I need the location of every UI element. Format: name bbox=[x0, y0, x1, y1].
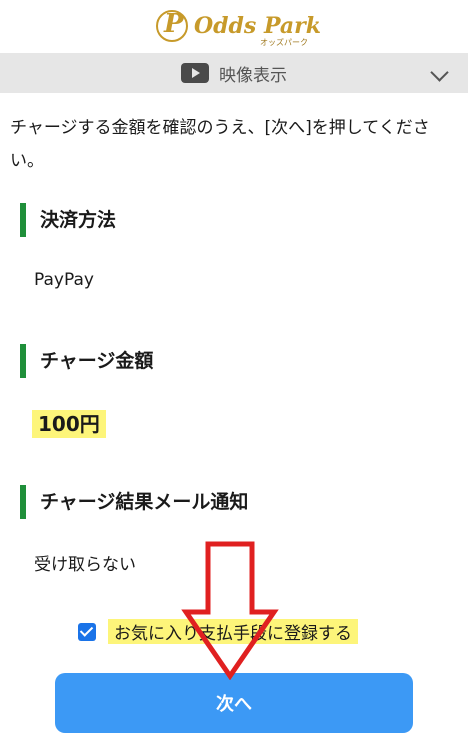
payment-method-value: PayPay bbox=[34, 270, 94, 290]
video-display-toggle[interactable]: 映像表示 bbox=[0, 53, 468, 93]
header: P Odds Park オッズパーク bbox=[0, 0, 468, 52]
charge-amount-text: 100円 bbox=[32, 410, 106, 438]
section-title-payment-method: 決済方法 bbox=[20, 203, 116, 237]
down-arrow-icon bbox=[181, 541, 279, 680]
instruction-text: チャージする金額を確認のうえ、[次へ]を押してください。 bbox=[10, 118, 430, 171]
logo-subtext: オッズパーク bbox=[260, 38, 308, 47]
video-play-icon bbox=[181, 63, 209, 83]
video-display-label: 映像表示 bbox=[219, 65, 287, 86]
chevron-down-icon[interactable] bbox=[430, 63, 449, 82]
odds-park-logo[interactable]: P Odds Park オッズパーク bbox=[156, 9, 321, 47]
next-button[interactable]: 次へ bbox=[55, 673, 413, 733]
charge-amount-value: 100円 bbox=[32, 408, 106, 438]
mail-notification-value: 受け取らない bbox=[34, 555, 136, 575]
section-title-charge-amount: チャージ金額 bbox=[20, 344, 153, 378]
section-title-mail-notification: チャージ結果メール通知 bbox=[20, 485, 248, 519]
favorite-checkbox[interactable] bbox=[78, 622, 96, 641]
logo-mark-icon: P bbox=[156, 9, 188, 42]
logo-text: Odds Park bbox=[194, 13, 322, 39]
